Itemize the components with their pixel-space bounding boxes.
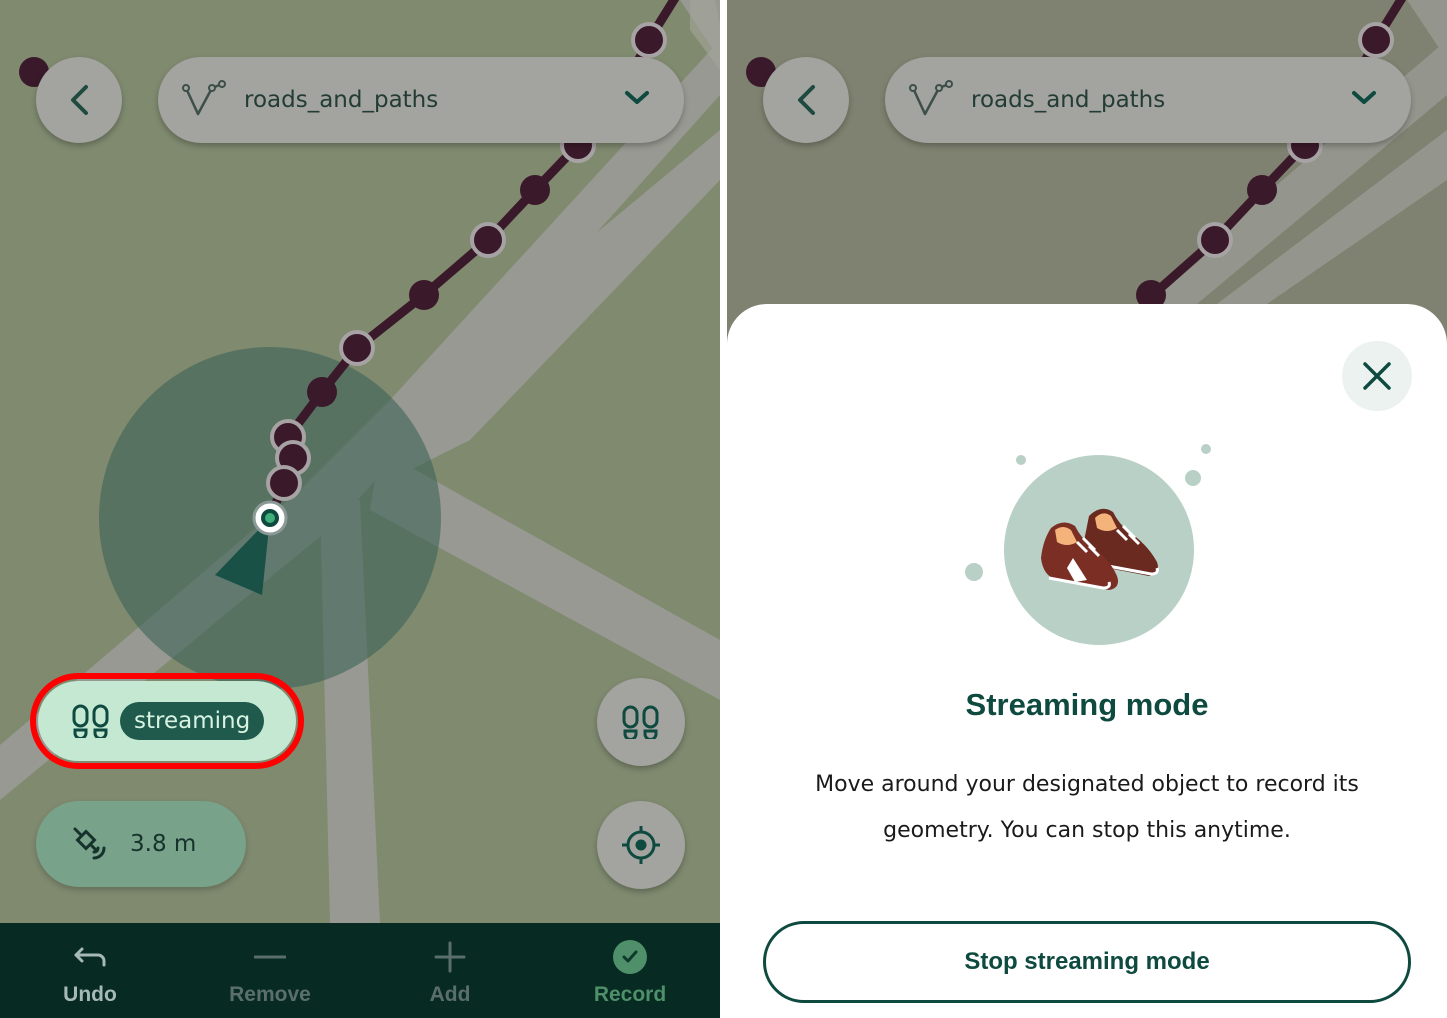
line-layer-icon: [909, 80, 953, 120]
minus-icon: [250, 937, 290, 977]
layer-name: roads_and_paths: [244, 87, 439, 113]
divider: [720, 0, 727, 1018]
add-label: Add: [429, 983, 471, 1006]
remove-label: Remove: [229, 983, 311, 1006]
footprints-icon: [72, 701, 112, 741]
center-location-button[interactable]: [597, 801, 685, 889]
add-button[interactable]: Add: [360, 923, 540, 1018]
record-button[interactable]: Record: [540, 923, 720, 1018]
layer-selector[interactable]: roads_and_paths: [158, 57, 684, 143]
record-label: Record: [593, 983, 667, 1006]
undo-icon: [70, 937, 110, 977]
undo-label: Undo: [63, 983, 117, 1006]
bottom-toolbar: Undo Remove Add Record: [0, 923, 720, 1018]
description-line: Move around your designated object to re…: [815, 772, 1359, 797]
footprints-icon: [622, 705, 659, 739]
streaming-badge: streaming: [120, 702, 265, 740]
streaming-toggle-button[interactable]: [597, 678, 685, 766]
layer-name: roads_and_paths: [971, 87, 1166, 113]
gps-accuracy-value: 3.8 m: [130, 831, 197, 857]
close-button[interactable]: [1342, 341, 1412, 411]
line-layer-icon: [182, 80, 226, 120]
check-circle-icon: [610, 937, 650, 977]
close-icon: [1363, 362, 1391, 390]
chevron-left-icon: [71, 85, 88, 115]
shoes-illustration: [965, 444, 1211, 645]
crosshair-icon: [622, 826, 660, 864]
streaming-info-screen: roads_and_paths Streaming mode Move arou…: [727, 0, 1447, 1018]
back-button[interactable]: [36, 57, 122, 143]
chevron-left-icon: [798, 85, 815, 115]
undo-button[interactable]: Undo: [0, 923, 180, 1018]
bottom-sheet: Streaming mode Move around your designat…: [727, 304, 1447, 1018]
satellite-icon: [72, 824, 112, 864]
stop-streaming-button[interactable]: Stop streaming mode: [763, 921, 1411, 1003]
layer-selector[interactable]: roads_and_paths: [885, 57, 1411, 143]
sheet-title: Streaming mode: [965, 687, 1209, 722]
streaming-mode-button[interactable]: streaming: [38, 681, 296, 761]
gps-accuracy-button[interactable]: 3.8 m: [36, 801, 246, 887]
back-button[interactable]: [763, 57, 849, 143]
plus-icon: [430, 937, 470, 977]
sheet-description: Move around your designated object to re…: [787, 762, 1387, 854]
chevron-down-icon: [624, 89, 650, 112]
description-line: geometry. You can stop this anytime.: [883, 818, 1291, 843]
remove-button[interactable]: Remove: [180, 923, 360, 1018]
chevron-down-icon: [1351, 89, 1377, 112]
map-screen: roads_and_paths streaming 3.8 m Undo Rem…: [0, 0, 720, 1018]
